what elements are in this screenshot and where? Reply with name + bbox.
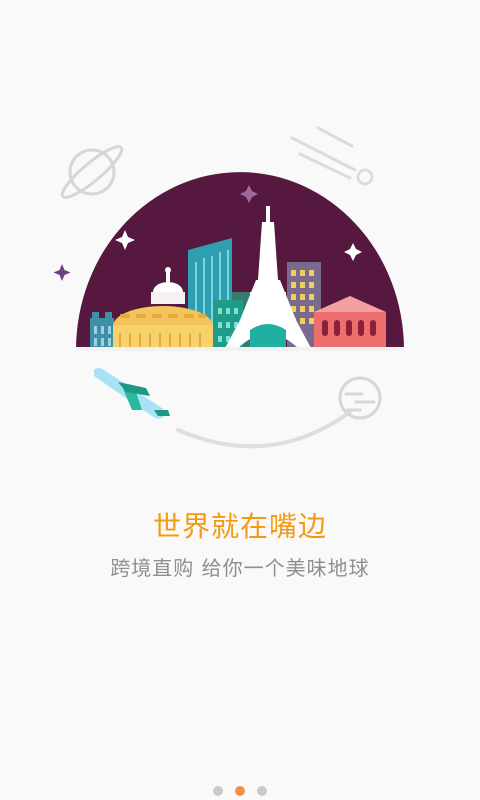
- world-landmarks-illustration: [53, 126, 404, 449]
- onboarding-headline: 世界就在嘴边: [152, 510, 327, 543]
- teal-house-building: [250, 324, 286, 350]
- moon-icon: [338, 376, 382, 420]
- comet-icon: [290, 126, 374, 186]
- flight-path-arc: [176, 410, 352, 449]
- onboarding-subtitle: 跨境直购 给你一个美味地球: [110, 556, 370, 580]
- ground-line: [76, 347, 404, 351]
- onboarding-screen: 世界就在嘴边 跨境直购 给你一个美味地球: [0, 0, 480, 800]
- planet-icon: [60, 145, 124, 199]
- page-indicator[interactable]: [0, 786, 480, 796]
- airplane-icon: [94, 368, 170, 419]
- page-indicator-dot[interactable]: [213, 786, 223, 796]
- page-indicator-dot[interactable]: [257, 786, 267, 796]
- page-indicator-dot-active[interactable]: [235, 786, 245, 796]
- star-icon: [53, 264, 71, 281]
